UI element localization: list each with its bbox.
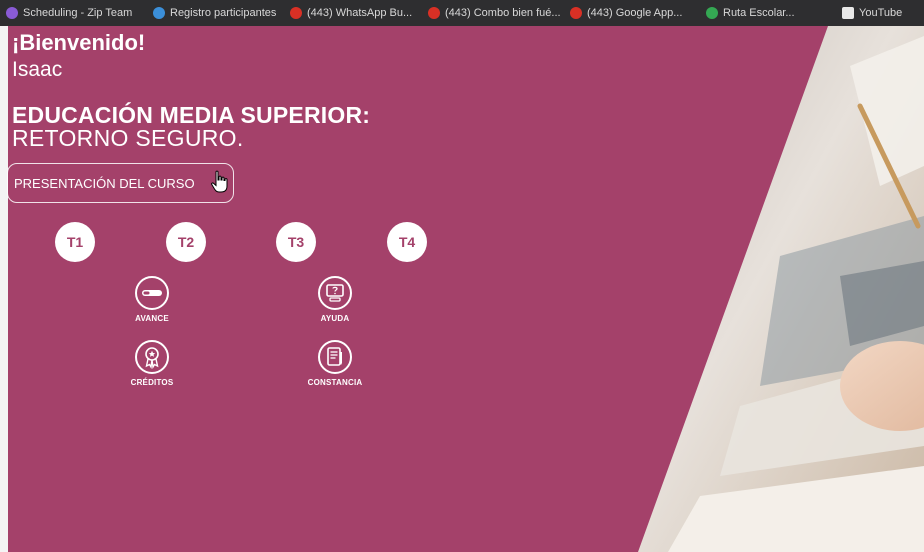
bookmark-favicon-icon	[290, 7, 302, 19]
bookmark-item[interactable]: Registro participantes	[153, 4, 276, 22]
avance-button[interactable]: AVANCE	[112, 275, 192, 323]
course-presentation-label: PRESENTACIÓN DEL CURSO	[14, 175, 195, 191]
topic-button-t1[interactable]: T1	[55, 222, 95, 262]
left-border	[0, 26, 8, 552]
bookmark-label: (443) Google App...	[587, 7, 683, 19]
bookmark-label: (443) Combo bien fué...	[445, 7, 561, 19]
bookmark-favicon-icon	[570, 7, 582, 19]
bookmark-label: YouTube	[859, 7, 903, 19]
bookmark-label: Registro participantes	[170, 7, 277, 19]
bookmark-label: Scheduling - Zip Team	[23, 7, 133, 19]
bookmark-favicon-icon	[6, 7, 18, 19]
bookmark-favicon-icon	[153, 7, 165, 19]
bookmark-label: (443) WhatsApp Bu...	[307, 7, 413, 19]
topic-button-t3[interactable]: T3	[276, 222, 316, 262]
avance-label: AVANCE	[135, 314, 169, 323]
creditos-button[interactable]: CRÉDITOS	[112, 339, 192, 387]
bookmark-item[interactable]: (443) Google App...	[570, 4, 682, 22]
constancia-button[interactable]: CONSTANCIA	[295, 339, 375, 387]
hand-pointer-icon	[211, 170, 228, 193]
constancia-label: CONSTANCIA	[307, 378, 363, 387]
bookmark-item[interactable]: YouTube	[842, 4, 902, 22]
bookmark-label: Ruta Escolar...	[723, 7, 795, 19]
bookmark-favicon-icon	[842, 7, 854, 19]
ayuda-button[interactable]: AYUDA	[295, 275, 375, 323]
progress-bar-icon	[135, 276, 169, 310]
bookmark-item[interactable]: (443) WhatsApp Bu...	[290, 4, 412, 22]
bookmark-favicon-icon	[428, 7, 440, 19]
award-badge-icon	[135, 340, 169, 374]
bookmark-item[interactable]: Scheduling - Zip Team	[6, 4, 132, 22]
course-presentation-button[interactable]: PRESENTACIÓN DEL CURSO	[7, 163, 234, 203]
bookmark-favicon-icon	[706, 7, 718, 19]
topic-button-t2[interactable]: T2	[166, 222, 206, 262]
bookmark-item[interactable]: Ruta Escolar...	[706, 4, 795, 22]
ayuda-label: AYUDA	[320, 314, 350, 323]
bookmark-item[interactable]: (443) Combo bien fué...	[428, 4, 561, 22]
help-monitor-icon	[318, 276, 352, 310]
bookmarks-bar: Scheduling - Zip Team Registro participa…	[0, 0, 924, 26]
welcome-heading: ¡Bienvenido!	[12, 30, 146, 55]
topic-button-t4[interactable]: T4	[387, 222, 427, 262]
certificate-document-icon	[318, 340, 352, 374]
course-subtitle: RETORNO SEGURO.	[12, 125, 244, 151]
creditos-label: CRÉDITOS	[130, 378, 174, 387]
user-name: Isaac	[12, 58, 63, 81]
